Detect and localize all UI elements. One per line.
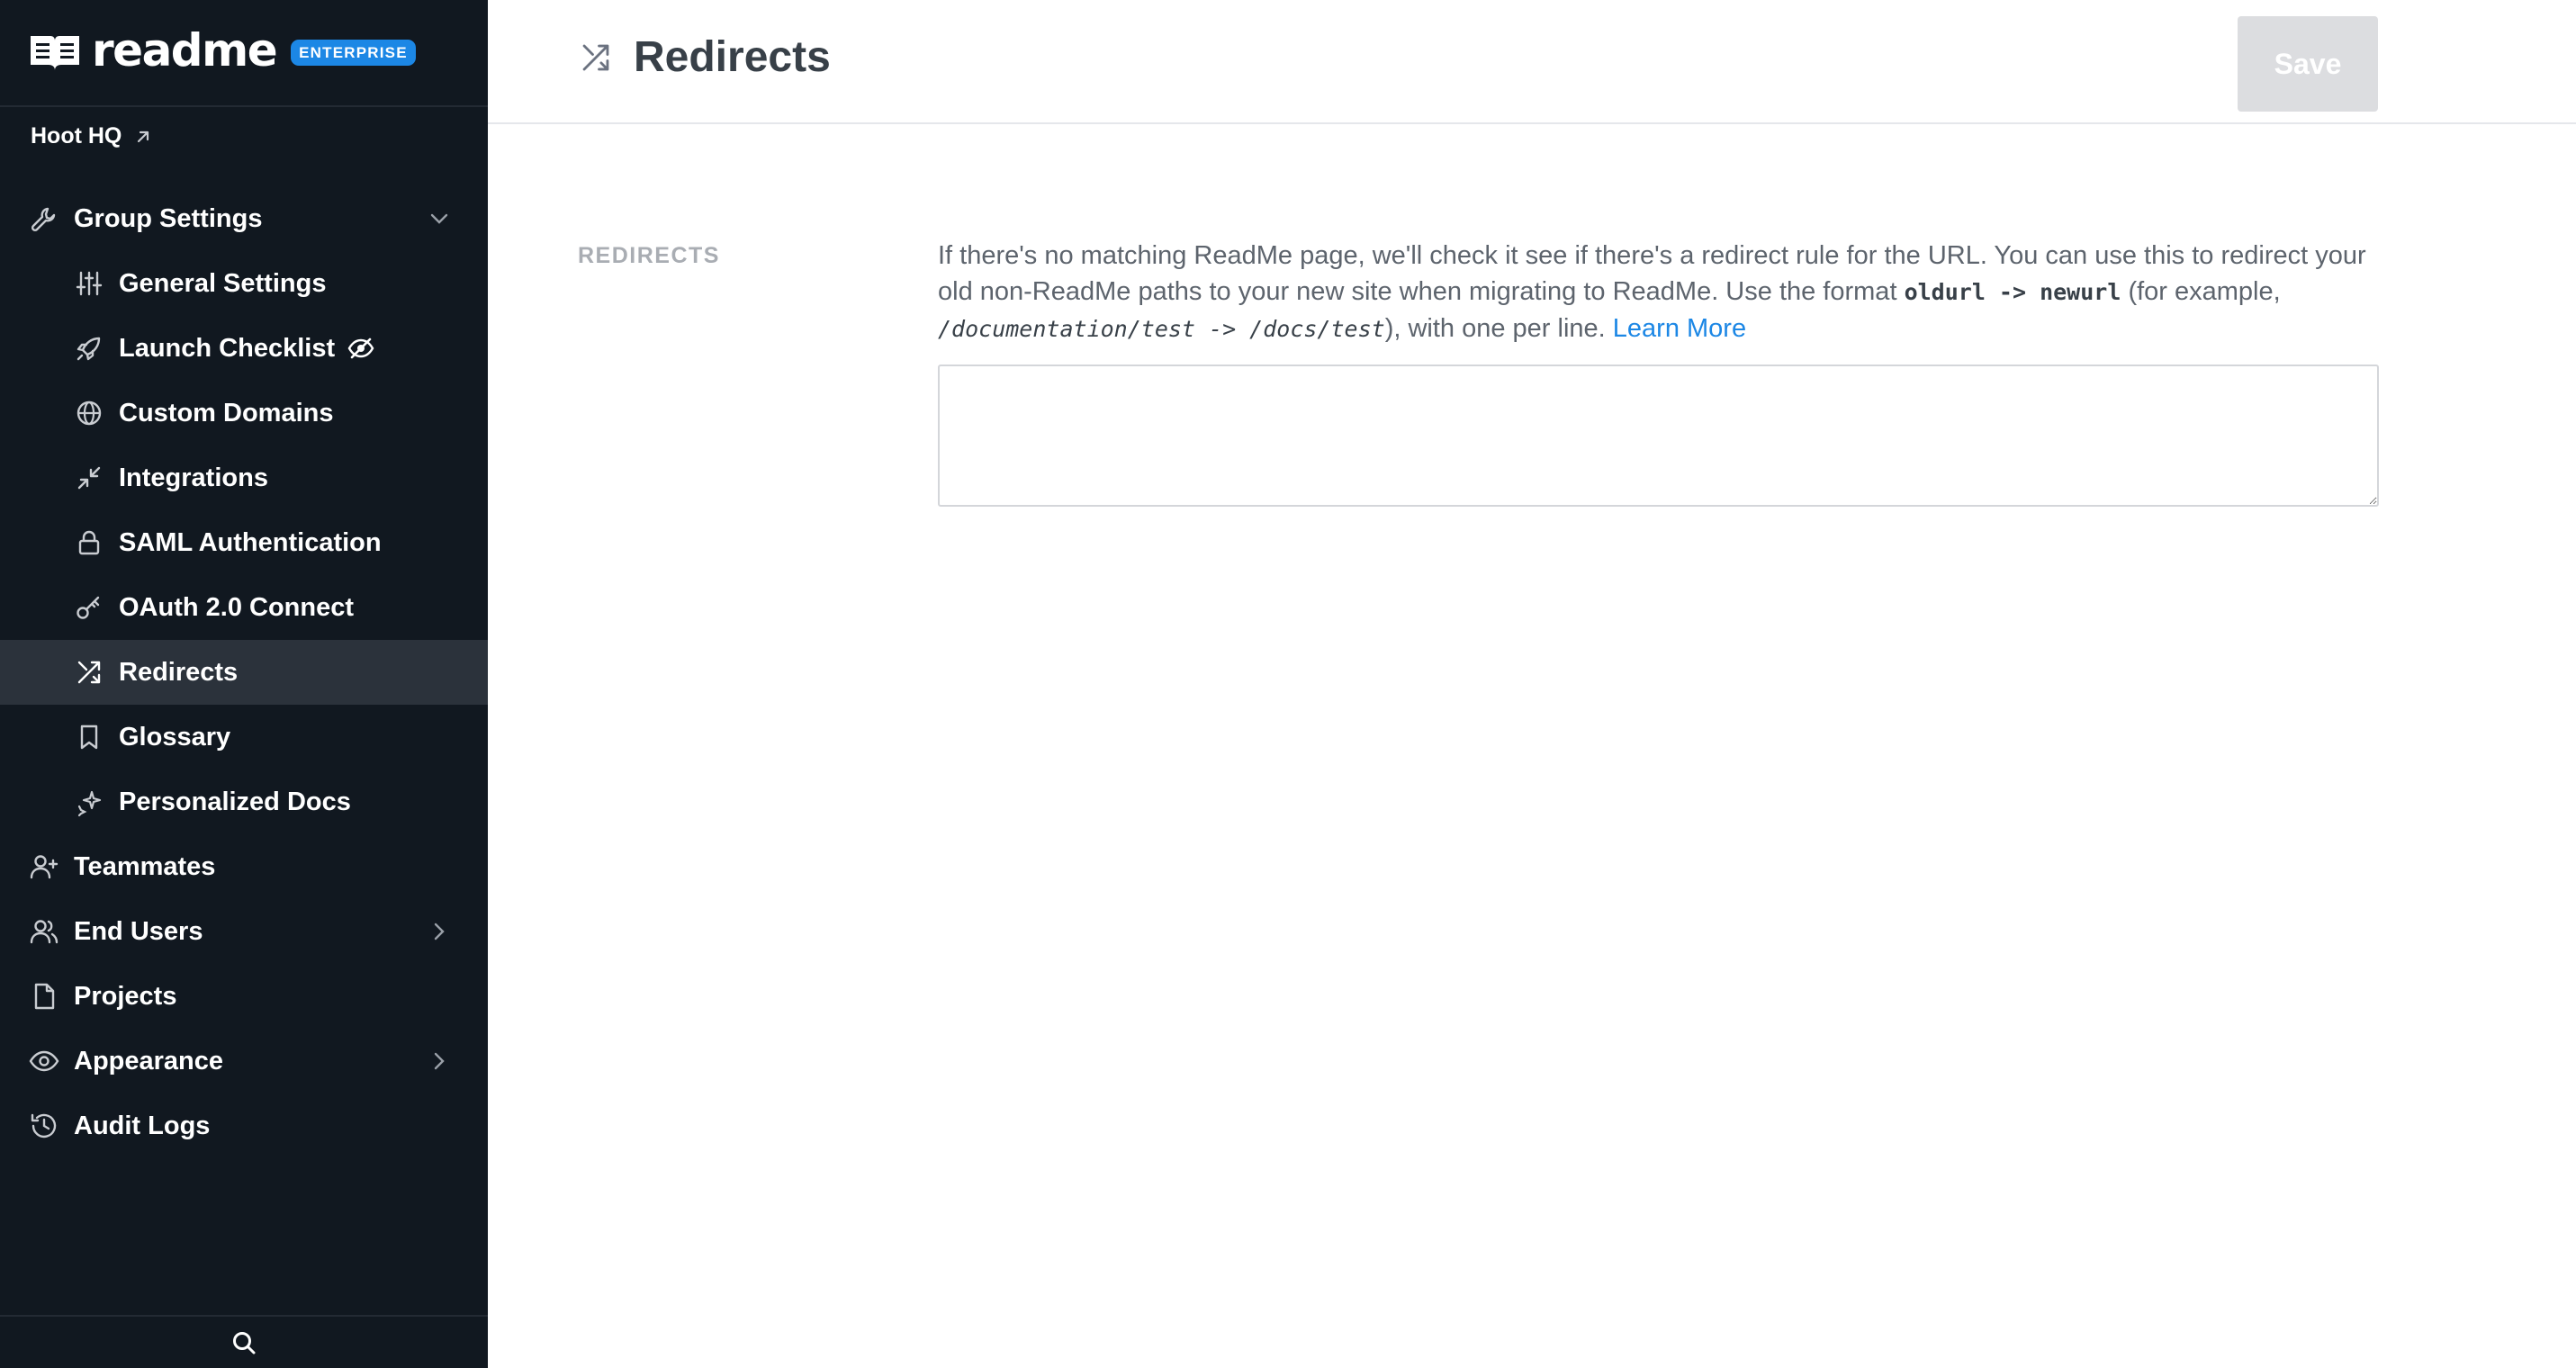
enterprise-badge: ENTERPRISE	[291, 40, 416, 66]
minimize-arrows-icon	[77, 466, 101, 490]
chevron-right-icon[interactable]	[427, 919, 452, 944]
brand-header: readme ENTERPRISE	[0, 0, 488, 107]
eye-off-icon	[347, 338, 374, 359]
eye-icon	[29, 1050, 59, 1072]
redirects-textarea[interactable]	[938, 364, 2379, 507]
save-button[interactable]: Save	[2238, 16, 2378, 112]
sidebar-item-general-settings[interactable]: General Settings	[0, 251, 488, 316]
page-title: Redirects	[578, 32, 831, 82]
sidebar-item-label: Teammates	[74, 851, 216, 881]
chevron-right-icon[interactable]	[427, 1048, 452, 1074]
sidebar-item-label: Group Settings	[74, 203, 263, 233]
sparkle-icon	[77, 790, 102, 817]
sidebar-item-launch-checklist[interactable]: Launch Checklist	[0, 316, 488, 381]
sidebar: readme ENTERPRISE Hoot HQ Group Settings…	[0, 0, 488, 1368]
key-icon	[77, 596, 100, 619]
lock-icon	[78, 530, 100, 555]
bookmark-icon	[80, 724, 98, 750]
readme-logo-icon	[31, 35, 79, 70]
sidebar-item-label: End Users	[74, 916, 203, 946]
sidebar-item-end-users[interactable]: End Users	[0, 899, 488, 964]
external-arrow-icon	[138, 130, 149, 142]
sidebar-item-label: Custom Domains	[119, 398, 334, 428]
section-label: REDIRECTS	[578, 243, 720, 268]
sidebar-item-label: SAML Authentication	[119, 527, 382, 557]
history-icon	[31, 1113, 57, 1138]
sidebar-item-teammates[interactable]: Teammates	[0, 834, 488, 899]
sidebar-item-label: Personalized Docs	[119, 787, 351, 816]
sidebar-item-group-settings[interactable]: Group Settings	[0, 186, 488, 251]
sidebar-item-label: OAuth 2.0 Connect	[119, 592, 355, 622]
description-text: ), with one per line.	[1384, 314, 1613, 343]
shuffle-icon	[582, 44, 609, 70]
sidebar-footer	[0, 1315, 488, 1368]
format-code: oldurl -> newurl	[1904, 279, 2121, 305]
chevron-down-icon[interactable]	[427, 206, 452, 231]
sidebar-item-saml-authentication[interactable]: SAML Authentication	[0, 510, 488, 575]
redirects-description: If there's no matching ReadMe page, we'l…	[938, 238, 2396, 347]
sidebar-item-label: Launch Checklist	[119, 333, 336, 363]
sidebar-item-personalized-docs[interactable]: Personalized Docs	[0, 770, 488, 834]
file-icon	[34, 983, 55, 1010]
globe-icon	[77, 400, 102, 426]
rocket-icon	[77, 337, 101, 361]
sidebar-item-label: Glossary	[119, 722, 231, 752]
sidebar-item-glossary[interactable]: Glossary	[0, 705, 488, 770]
sliders-icon	[76, 271, 103, 296]
sidebar-item-label: Appearance	[74, 1046, 224, 1076]
sidebar-item-integrations[interactable]: Integrations	[0, 446, 488, 510]
learn-more-link[interactable]: Learn More	[1613, 314, 1746, 343]
description-text: (for example,	[2121, 277, 2281, 306]
user-plus-icon	[30, 855, 59, 879]
shuffle-icon	[77, 661, 101, 684]
sidebar-item-label: Projects	[74, 981, 177, 1011]
sidebar-item-oauth-connect[interactable]: OAuth 2.0 Connect	[0, 575, 488, 640]
page-header: Redirects Save	[488, 0, 2576, 124]
sidebar-item-label: Audit Logs	[74, 1111, 211, 1140]
page-title-text: Redirects	[634, 33, 831, 81]
search-icon[interactable]	[230, 1329, 257, 1356]
project-name: Hoot HQ	[31, 123, 122, 148]
wrench-icon	[31, 207, 56, 232]
sidebar-item-appearance[interactable]: Appearance	[0, 1029, 488, 1094]
sidebar-item-audit-logs[interactable]: Audit Logs	[0, 1094, 488, 1158]
users-icon	[30, 920, 59, 944]
sidebar-item-redirects[interactable]: Redirects	[0, 640, 488, 705]
example-code: /documentation/test -> /docs/test	[938, 316, 1385, 342]
sidebar-item-label: Redirects	[119, 657, 239, 687]
main-content: Redirects Save REDIRECTS If there's no m…	[488, 0, 2576, 1368]
sidebar-item-custom-domains[interactable]: Custom Domains	[0, 381, 488, 446]
sidebar-item-label: General Settings	[119, 268, 327, 298]
sidebar-item-projects[interactable]: Projects	[0, 964, 488, 1029]
sidebar-item-label: Integrations	[119, 463, 268, 492]
project-link[interactable]: Hoot HQ	[31, 123, 152, 149]
brand-name: readme	[92, 23, 278, 76]
